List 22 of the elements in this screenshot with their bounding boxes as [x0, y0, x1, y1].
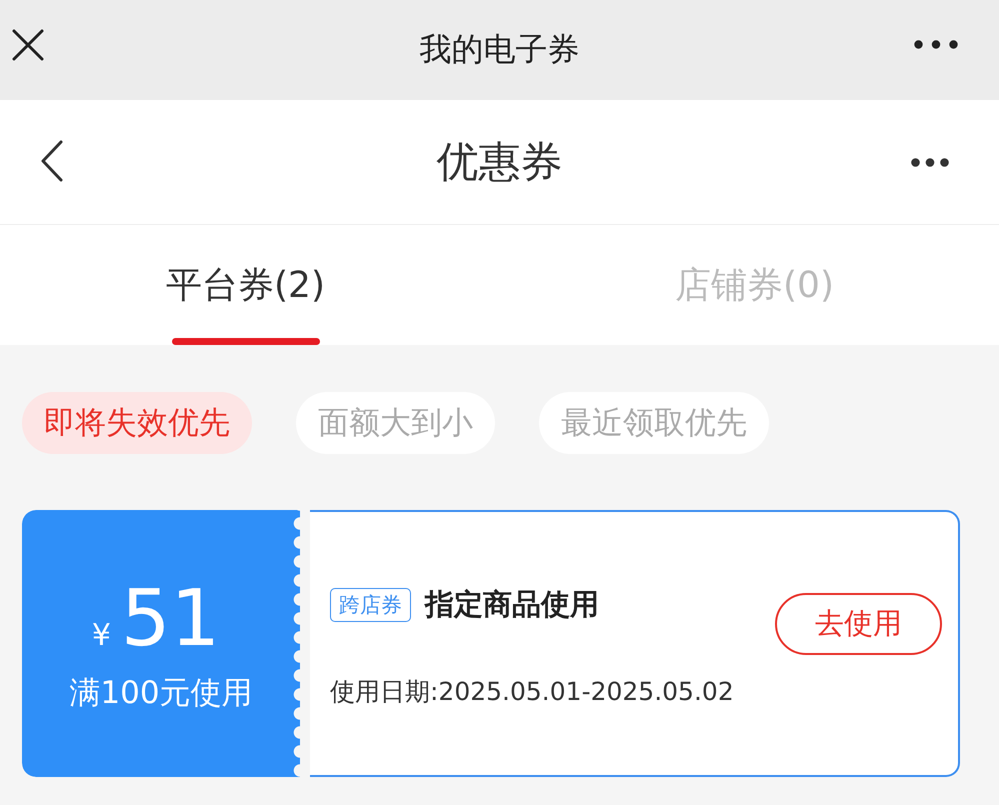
use-button[interactable]: 去使用	[775, 592, 942, 654]
more-icon	[914, 40, 958, 49]
tab[interactable]: 平台券(2)	[0, 225, 510, 345]
window-title: 我的电子券	[420, 29, 580, 70]
back-button[interactable]	[41, 140, 63, 182]
coupon-validity: 使用日期:2025.05.01-2025.05.02	[330, 676, 734, 708]
sort-chip[interactable]: 最近领取优先	[539, 392, 769, 454]
coupon-title: 指定商品使用	[425, 586, 599, 623]
coupon-amount: 51	[120, 580, 220, 658]
more-button[interactable]	[911, 158, 949, 167]
page-title: 优惠券	[436, 136, 562, 188]
back-icon	[41, 140, 63, 182]
currency-symbol: ¥	[92, 618, 111, 652]
tab[interactable]: 店铺券(0)	[510, 225, 999, 345]
sort-chip[interactable]: 即将失效优先	[22, 392, 252, 454]
coupon-tag: 跨店券	[330, 588, 411, 622]
close-button[interactable]	[12, 29, 44, 61]
sort-chip[interactable]: 面额大到小	[296, 392, 495, 454]
coupon-condition: 满100元使用	[69, 674, 253, 712]
close-icon	[12, 29, 44, 61]
more-icon	[911, 158, 949, 167]
more-button[interactable]	[914, 40, 958, 49]
